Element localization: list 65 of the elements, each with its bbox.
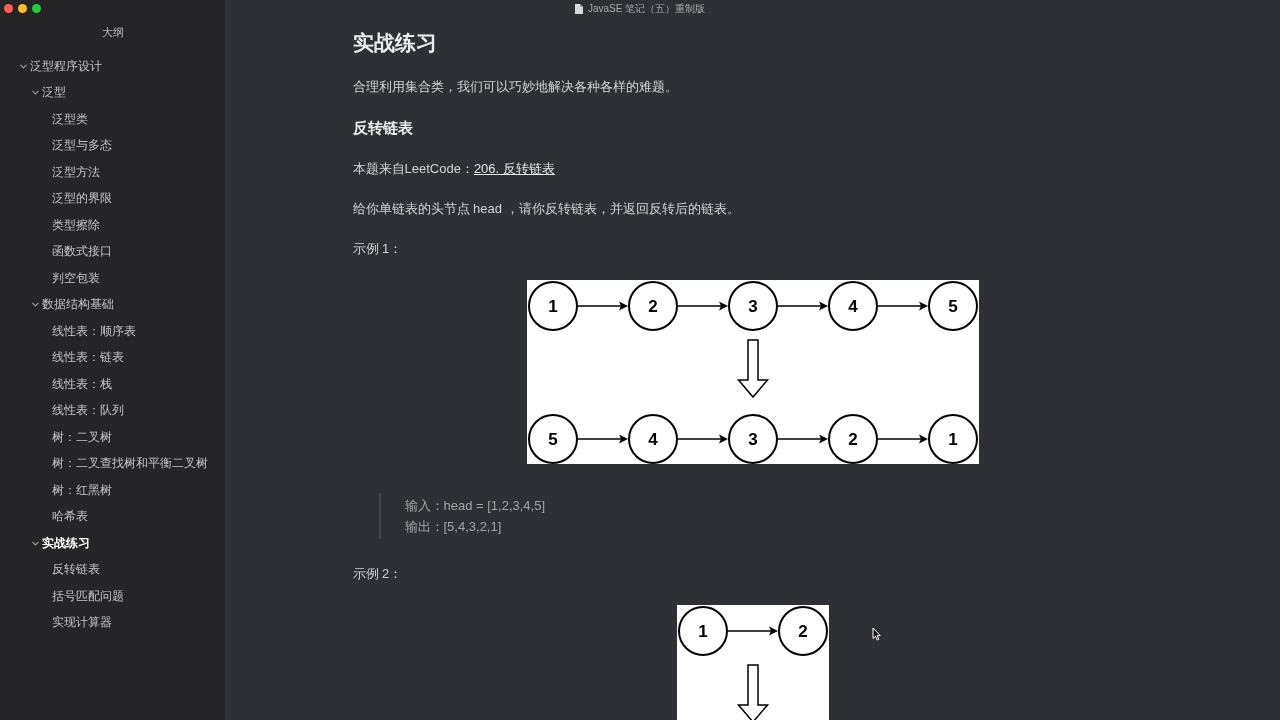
section-heading: 实战练习: [352, 30, 438, 56]
outline-item[interactable]: 线性表：栈: [0, 371, 225, 398]
outline-item[interactable]: 泛型类: [0, 106, 225, 133]
link-arrow: [576, 434, 628, 444]
example-line: 输出：[5,4,3,2,1]: [404, 518, 503, 536]
outline-item[interactable]: 泛型方法: [0, 159, 225, 186]
link-arrow: [776, 301, 828, 311]
paragraph: 示例 1：: [352, 240, 403, 258]
list-node: 3: [727, 281, 778, 331]
chevron-down-icon[interactable]: [20, 63, 27, 69]
link-arrow: [576, 301, 628, 311]
outline-item[interactable]: 泛型: [0, 79, 225, 106]
window-title: JavaSE 笔记（五）重制版: [587, 1, 706, 16]
list-node: 1: [527, 281, 578, 331]
mouse-pointer-icon: [872, 627, 881, 641]
list-node: 4: [627, 414, 678, 464]
outline-item[interactable]: 泛型的界限: [0, 185, 225, 212]
outline-item[interactable]: 线性表：队列: [0, 397, 225, 424]
list-node: 4: [827, 281, 878, 331]
list-node: 2: [627, 281, 678, 331]
paragraph: 给你单链表的头节点 head ，请你反转链表，并返回反转后的链表。: [352, 200, 740, 218]
link-arrow: [676, 434, 728, 444]
link-arrow: [676, 301, 728, 311]
outline-item[interactable]: 树：二叉树: [0, 424, 225, 451]
outline-item[interactable]: 数据结构基础: [0, 291, 225, 318]
minimize-button[interactable]: [18, 4, 27, 13]
link-arrow: [876, 434, 928, 444]
outline-item[interactable]: 括号匹配问题: [0, 583, 225, 610]
chevron-down-icon[interactable]: [32, 302, 39, 308]
link-arrow: [876, 301, 928, 311]
down-arrow: [736, 339, 769, 399]
outline-item[interactable]: 线性表：链表: [0, 344, 225, 371]
outline-item[interactable]: 线性表：顺序表: [0, 318, 225, 345]
list-node: 2: [827, 414, 878, 464]
list-node: 2: [777, 606, 828, 656]
list-node: 5: [527, 414, 578, 464]
outline-item[interactable]: 函数式接口: [0, 238, 225, 265]
close-button[interactable]: [4, 4, 13, 13]
outline-item[interactable]: 树：红黑树: [0, 477, 225, 504]
list-node: 1: [927, 414, 978, 464]
paragraph: 合理利用集合类，我们可以巧妙地解决各种各样的难题。: [352, 78, 678, 96]
list-node: 3: [727, 414, 778, 464]
document-icon: [574, 3, 583, 14]
outline-item[interactable]: 哈希表: [0, 503, 225, 530]
outline-item[interactable]: 实战练习: [0, 530, 225, 557]
maximize-button[interactable]: [32, 4, 41, 13]
link-arrow: [726, 626, 778, 636]
chevron-down-icon[interactable]: [32, 540, 39, 546]
outline-item[interactable]: 类型擦除: [0, 212, 225, 239]
outline-item[interactable]: 实现计算器: [0, 609, 225, 636]
problem-link[interactable]: 206. 反转链表: [473, 161, 555, 176]
outline-item[interactable]: 泛型程序设计: [0, 53, 225, 80]
subsection-heading: 反转链表: [352, 118, 413, 138]
link-arrow: [776, 434, 828, 444]
example-line: 输入：head = [1,2,3,4,5]: [404, 497, 546, 515]
list-node: 5: [927, 281, 978, 331]
list-node: 1: [677, 606, 728, 656]
outline-item[interactable]: 树：二叉查找树和平衡二叉树: [0, 450, 225, 477]
paragraph: 本题来自LeetCode：206. 反转链表: [352, 160, 555, 178]
chevron-down-icon[interactable]: [32, 90, 39, 96]
outline-item[interactable]: 反转链表: [0, 556, 225, 583]
outline-title: 大纲: [100, 25, 125, 40]
outline-item[interactable]: 判空包装: [0, 265, 225, 292]
outline-item[interactable]: 泛型与多态: [0, 132, 225, 159]
paragraph: 示例 2：: [352, 565, 403, 583]
